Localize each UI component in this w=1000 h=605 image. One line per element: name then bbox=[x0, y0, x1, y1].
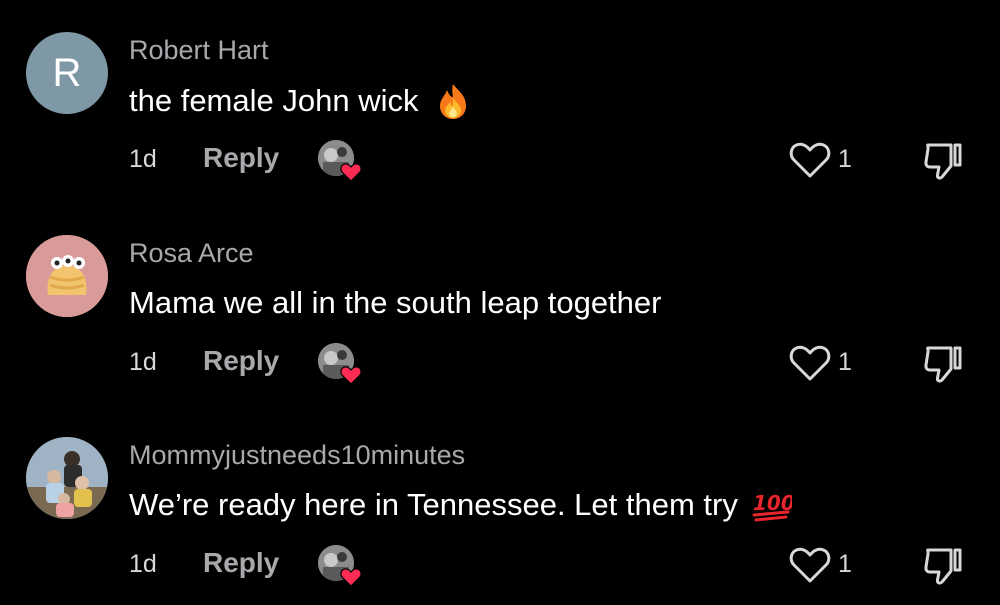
avatar[interactable]: R bbox=[26, 32, 108, 114]
comment-text: the female John wick bbox=[129, 83, 419, 118]
comment-item: R Robert Hart the female John wick 1d Re… bbox=[0, 0, 1000, 200]
reply-button[interactable]: Reply bbox=[203, 345, 279, 377]
heart-icon bbox=[340, 163, 362, 182]
comment-text: Mama we all in the south leap together bbox=[129, 285, 662, 320]
thumbs-down-icon[interactable] bbox=[922, 342, 964, 386]
avatar[interactable] bbox=[26, 437, 108, 519]
fire-emoji-icon bbox=[434, 82, 472, 120]
comment-time: 1d bbox=[129, 145, 157, 173]
like-count: 1 bbox=[838, 550, 852, 578]
avatar[interactable] bbox=[26, 235, 108, 317]
avatar-letter: R bbox=[52, 50, 82, 95]
heart-outline-icon[interactable] bbox=[789, 546, 831, 584]
cartoon-avatar-icon bbox=[26, 235, 108, 317]
like-count: 1 bbox=[838, 348, 852, 376]
comment-text-row: Mama we all in the south leap together bbox=[129, 285, 661, 321]
comment-username[interactable]: Mommyjustneeds10minutes bbox=[129, 440, 465, 471]
comment-item: Mommyjustneeds10minutes We’re ready here… bbox=[0, 405, 1000, 605]
comment-username[interactable]: Rosa Arce bbox=[129, 238, 254, 269]
comment-time: 1d bbox=[129, 550, 157, 578]
heart-outline-icon[interactable] bbox=[789, 344, 831, 382]
heart-outline-icon[interactable] bbox=[789, 141, 831, 179]
thumbs-down-icon[interactable] bbox=[922, 544, 964, 588]
comment-text-row: the female John wick bbox=[129, 82, 472, 120]
reply-button[interactable]: Reply bbox=[203, 547, 279, 579]
reply-button[interactable]: Reply bbox=[203, 142, 279, 174]
like-count: 1 bbox=[838, 145, 852, 173]
creator-liked-badge bbox=[318, 545, 362, 587]
creator-liked-badge bbox=[318, 140, 362, 182]
comment-username[interactable]: Robert Hart bbox=[129, 35, 269, 66]
family-photo-avatar-icon bbox=[26, 437, 108, 519]
comment-time: 1d bbox=[129, 348, 157, 376]
comment-item: Rosa Arce Mama we all in the south leap … bbox=[0, 203, 1000, 403]
heart-icon bbox=[340, 568, 362, 587]
heart-icon bbox=[340, 366, 362, 385]
comment-text: We’re ready here in Tennessee. Let them … bbox=[129, 487, 738, 522]
thumbs-down-icon[interactable] bbox=[922, 139, 964, 183]
creator-liked-badge bbox=[318, 343, 362, 385]
hundred-points-emoji-icon: 100 bbox=[752, 488, 795, 522]
comment-text-row: We’re ready here in Tennessee. Let them … bbox=[129, 487, 795, 523]
